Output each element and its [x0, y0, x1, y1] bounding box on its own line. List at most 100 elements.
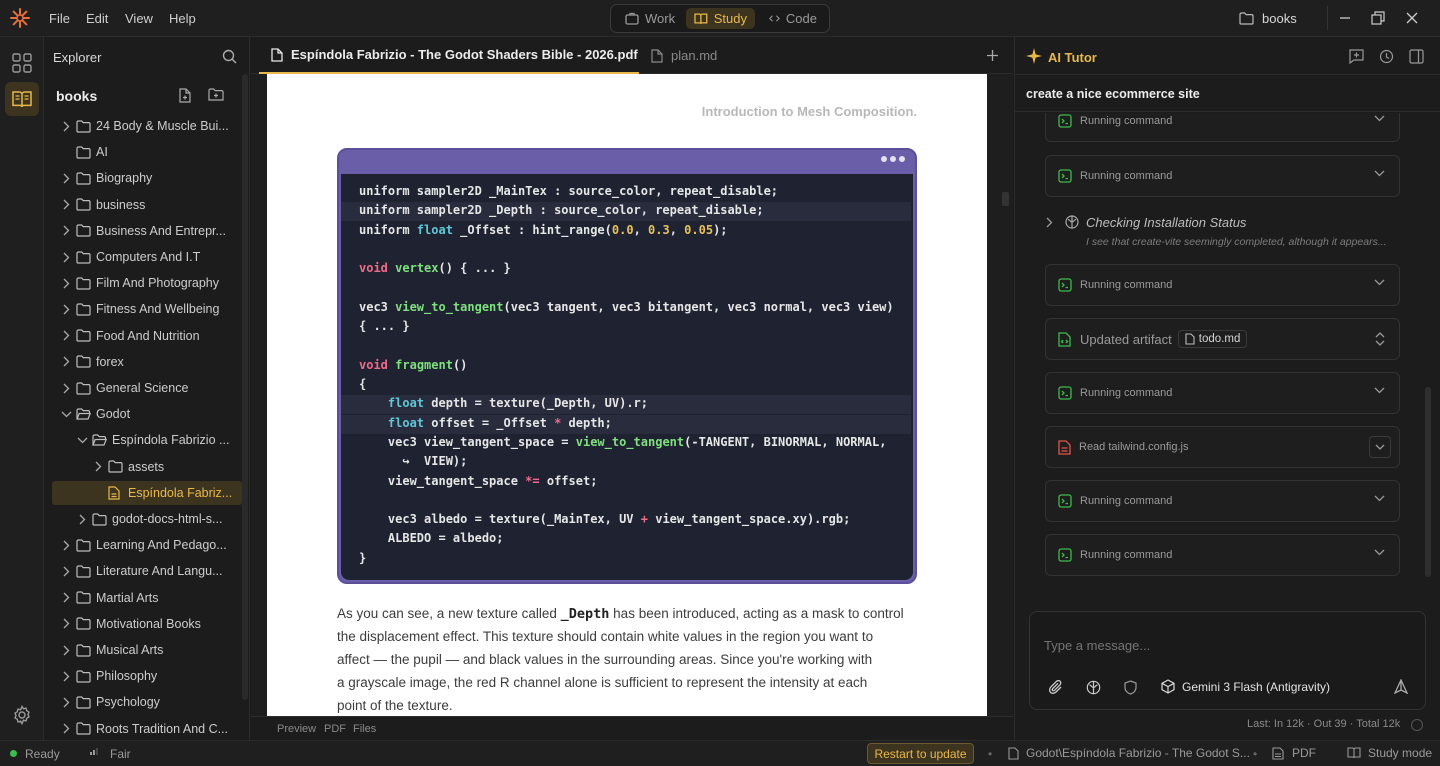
restore-button[interactable]: [1364, 6, 1392, 30]
tree-folder-item[interactable]: Film And Photography: [52, 271, 242, 295]
menu-help[interactable]: Help: [169, 11, 196, 26]
tree-folder-item[interactable]: Godot: [52, 402, 242, 426]
apps-grid-icon[interactable]: [11, 52, 33, 74]
chevron-right-icon[interactable]: [60, 618, 72, 629]
restart-to-update-button[interactable]: Restart to update: [867, 743, 974, 764]
running-command-card[interactable]: Running command: [1045, 480, 1400, 522]
tree-folder-item[interactable]: Food And Nutrition: [52, 324, 242, 348]
tree-folder-item[interactable]: Biography: [52, 166, 242, 190]
send-icon[interactable]: [1394, 679, 1408, 694]
chevron-right-icon[interactable]: [60, 671, 72, 682]
chevron-down-icon[interactable]: [60, 411, 72, 418]
new-folder-icon[interactable]: [208, 88, 224, 102]
new-chat-icon[interactable]: [1349, 49, 1364, 64]
tree-file-item[interactable]: Espíndola Fabriz...: [52, 480, 242, 505]
library-view-button[interactable]: [5, 82, 39, 116]
tree-folder-item[interactable]: Espíndola Fabrizio ...: [52, 428, 242, 452]
tab-plan[interactable]: plan.md: [649, 37, 717, 74]
tree-folder-item[interactable]: Musical Arts: [52, 638, 242, 662]
status-file-path[interactable]: Godot\Espíndola Fabrizio - The Godot S..…: [1008, 746, 1250, 760]
history-icon[interactable]: [1379, 49, 1394, 64]
chevron-right-icon[interactable]: [60, 278, 72, 289]
chevron-right-icon[interactable]: [60, 199, 72, 210]
chevron-right-icon[interactable]: [60, 121, 72, 132]
chevron-down-icon[interactable]: [76, 437, 88, 444]
tab-pdf[interactable]: Espíndola Fabrizio - The Godot Shaders B…: [259, 37, 639, 74]
mode-code-button[interactable]: Code: [761, 8, 825, 29]
tree-folder-item[interactable]: 24 Body & Muscle Bui...: [52, 114, 242, 138]
mode-label: Work: [645, 11, 676, 26]
chevron-right-icon[interactable]: [60, 330, 72, 341]
tree-folder-item[interactable]: Psychology: [52, 690, 242, 714]
tree-folder-item[interactable]: Computers And I.T: [52, 245, 242, 269]
running-command-card[interactable]: Running command: [1045, 534, 1400, 576]
menu-file[interactable]: File: [49, 11, 70, 26]
footer-files-tab[interactable]: Files: [353, 723, 376, 735]
close-button[interactable]: [1398, 6, 1426, 30]
pdf-text-line: point of the texture.: [337, 698, 453, 713]
tree-folder-item[interactable]: forex: [52, 350, 242, 374]
message-input[interactable]: [1044, 630, 1404, 660]
minimize-button[interactable]: [1331, 6, 1359, 30]
workspace-switcher[interactable]: books: [1239, 11, 1297, 26]
brain-mode-icon[interactable]: [1086, 680, 1101, 695]
chevron-right-icon[interactable]: [60, 645, 72, 656]
pdf-text-line: As you can see, a new texture called _De…: [337, 606, 904, 622]
running-command-card[interactable]: Running command: [1045, 155, 1400, 197]
tree-folder-item[interactable]: AI: [52, 140, 242, 164]
tree-folder-item[interactable]: Learning And Pedago...: [52, 533, 242, 557]
app-logo-icon[interactable]: [10, 8, 30, 28]
tree-folder-item[interactable]: Philosophy: [52, 664, 242, 688]
running-command-card[interactable]: Running command: [1045, 372, 1400, 414]
chevron-right-icon[interactable]: [60, 304, 72, 315]
chevron-right-icon[interactable]: [60, 173, 72, 184]
explorer-scrollbar[interactable]: [242, 74, 248, 700]
chevron-right-icon[interactable]: [60, 723, 72, 734]
status-format[interactable]: PDF: [1272, 746, 1316, 760]
tree-folder-item[interactable]: business: [52, 193, 242, 217]
tree-folder-item[interactable]: Martial Arts: [52, 586, 242, 610]
status-study-mode[interactable]: Study mode: [1347, 746, 1432, 760]
footer-pdf-tab[interactable]: PDF: [324, 723, 346, 735]
new-tab-plus-icon[interactable]: [986, 49, 999, 62]
chevron-right-icon[interactable]: [60, 697, 72, 708]
tree-folder-item[interactable]: General Science: [52, 376, 242, 400]
toggle-panel-icon[interactable]: [1409, 49, 1424, 64]
chevron-right-icon[interactable]: [60, 383, 72, 394]
tree-folder-item[interactable]: assets: [52, 455, 242, 479]
chevron-right-icon[interactable]: [60, 225, 72, 236]
running-command-card[interactable]: Running command: [1045, 264, 1400, 306]
chevron-right-icon[interactable]: [60, 592, 72, 603]
search-icon[interactable]: [222, 49, 237, 64]
chevron-right-icon[interactable]: [60, 540, 72, 551]
tree-folder-item[interactable]: Literature And Langu...: [52, 559, 242, 583]
expand-button[interactable]: [1369, 436, 1391, 458]
settings-gear-icon[interactable]: [12, 705, 32, 725]
chevron-right-icon[interactable]: [60, 566, 72, 577]
chevron-right-icon[interactable]: [76, 514, 88, 525]
tree-folder-item[interactable]: Fitness And Wellbeing: [52, 297, 242, 321]
tree-folder-item[interactable]: Motivational Books: [52, 612, 242, 636]
chevron-right-icon[interactable]: [1046, 217, 1053, 228]
shield-icon[interactable]: [1124, 680, 1137, 695]
mode-study-button[interactable]: Study: [686, 8, 755, 29]
tutor-scrollbar[interactable]: [1425, 387, 1431, 577]
editor-scrollbar-thumb[interactable]: [1002, 192, 1009, 206]
updated-artifact-card[interactable]: Updated artifact todo.md: [1045, 318, 1400, 360]
read-file-card[interactable]: Read tailwind.config.js: [1045, 426, 1400, 468]
chevron-right-icon[interactable]: [92, 461, 104, 472]
tree-folder-item[interactable]: Roots Tradition And C...: [52, 717, 242, 740]
tree-folder-item[interactable]: godot-docs-html-s...: [52, 507, 242, 531]
model-selector[interactable]: Gemini 3 Flash (Antigravity): [1161, 679, 1330, 694]
artifact-file-chip[interactable]: todo.md: [1177, 330, 1248, 348]
new-file-icon[interactable]: [178, 88, 192, 103]
running-command-card[interactable]: Running command: [1045, 113, 1400, 142]
tree-folder-item[interactable]: Business And Entrepr...: [52, 219, 242, 243]
menu-edit[interactable]: Edit: [86, 11, 108, 26]
footer-preview-tab[interactable]: Preview: [277, 723, 316, 735]
mode-work-button[interactable]: Work: [617, 8, 687, 29]
menu-view[interactable]: View: [125, 11, 153, 26]
chevron-right-icon[interactable]: [60, 356, 72, 367]
attach-paperclip-icon[interactable]: [1049, 680, 1063, 695]
chevron-right-icon[interactable]: [60, 252, 72, 263]
